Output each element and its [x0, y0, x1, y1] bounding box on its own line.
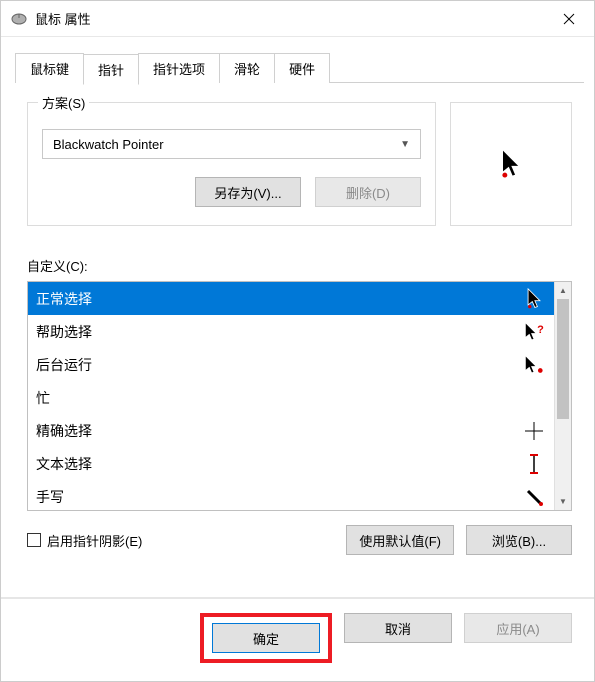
list-item[interactable]: 后台运行	[28, 348, 554, 381]
svg-text:?: ?	[537, 323, 544, 335]
cursor-listbox[interactable]: 正常选择 帮助选择 ? 后台运行	[27, 281, 572, 511]
ok-highlight-annotation: 确定	[200, 613, 332, 663]
tab-wheel[interactable]: 滑轮	[219, 53, 275, 83]
list-item-label: 手写	[36, 487, 64, 507]
cancel-button[interactable]: 取消	[344, 613, 452, 643]
customize-label: 自定义(C):	[27, 256, 572, 275]
list-item-label: 后台运行	[36, 355, 92, 375]
tab-pointer-options[interactable]: 指针选项	[138, 53, 220, 83]
pointer-bg-icon	[522, 353, 546, 377]
pointer-preview	[450, 102, 572, 226]
list-item[interactable]: 文本选择	[28, 447, 554, 480]
window-title: 鼠标 属性	[35, 9, 546, 28]
mouse-icon	[11, 13, 27, 25]
tab-hardware[interactable]: 硬件	[274, 53, 330, 83]
dialog-footer: 确定 取消 应用(A)	[1, 597, 594, 681]
ibeam-icon	[522, 452, 546, 476]
list-item[interactable]: 忙	[28, 381, 554, 414]
pointer-shadow-checkbox[interactable]: 启用指针阴影(E)	[27, 531, 142, 550]
browse-button[interactable]: 浏览(B)...	[466, 525, 572, 555]
titlebar: 鼠标 属性	[1, 1, 594, 37]
scroll-up-icon[interactable]: ▲	[555, 282, 571, 299]
list-item-label: 正常选择	[36, 289, 92, 309]
scheme-selected-value: Blackwatch Pointer	[53, 137, 164, 152]
list-item[interactable]: 手写	[28, 480, 554, 510]
apply-button: 应用(A)	[464, 613, 572, 643]
scroll-track[interactable]	[555, 299, 571, 493]
delete-button: 删除(D)	[315, 177, 421, 207]
scheme-dropdown[interactable]: Blackwatch Pointer ▼	[42, 129, 421, 159]
close-button[interactable]	[546, 3, 592, 35]
pointer-help-icon: ?	[522, 320, 546, 344]
scroll-down-icon[interactable]: ▼	[555, 493, 571, 510]
tab-panel-pointers: 方案(S) Blackwatch Pointer ▼ 另存为(V)... 删除(…	[1, 84, 594, 597]
busy-icon	[522, 386, 546, 410]
list-item-label: 精确选择	[36, 421, 92, 441]
pointer-preview-icon	[498, 148, 524, 180]
tab-pointers[interactable]: 指针	[83, 54, 139, 85]
list-item-label: 忙	[36, 388, 50, 408]
save-as-button[interactable]: 另存为(V)...	[195, 177, 301, 207]
checkbox-label: 启用指针阴影(E)	[47, 531, 142, 550]
list-item[interactable]: 精确选择	[28, 414, 554, 447]
scroll-thumb[interactable]	[557, 299, 569, 419]
scheme-group: 方案(S) Blackwatch Pointer ▼ 另存为(V)... 删除(…	[27, 102, 436, 226]
scheme-label: 方案(S)	[38, 93, 89, 112]
list-item[interactable]: 帮助选择 ?	[28, 315, 554, 348]
pen-icon	[522, 485, 546, 509]
tabs: 鼠标键 指针 指针选项 滑轮 硬件	[1, 37, 594, 83]
list-item-label: 文本选择	[36, 454, 92, 474]
chevron-down-icon: ▼	[400, 139, 410, 150]
pointer-icon	[522, 287, 546, 311]
tab-buttons[interactable]: 鼠标键	[15, 53, 84, 83]
crosshair-icon	[522, 419, 546, 443]
ok-button[interactable]: 确定	[212, 623, 320, 653]
list-item[interactable]: 正常选择	[28, 282, 554, 315]
scrollbar[interactable]: ▲ ▼	[554, 282, 571, 510]
checkbox-icon	[27, 533, 41, 547]
mouse-properties-dialog: 鼠标 属性 鼠标键 指针 指针选项 滑轮 硬件 方案(S) Blackwatch…	[0, 0, 595, 682]
use-defaults-button[interactable]: 使用默认值(F)	[346, 525, 454, 555]
list-item-label: 帮助选择	[36, 322, 92, 342]
